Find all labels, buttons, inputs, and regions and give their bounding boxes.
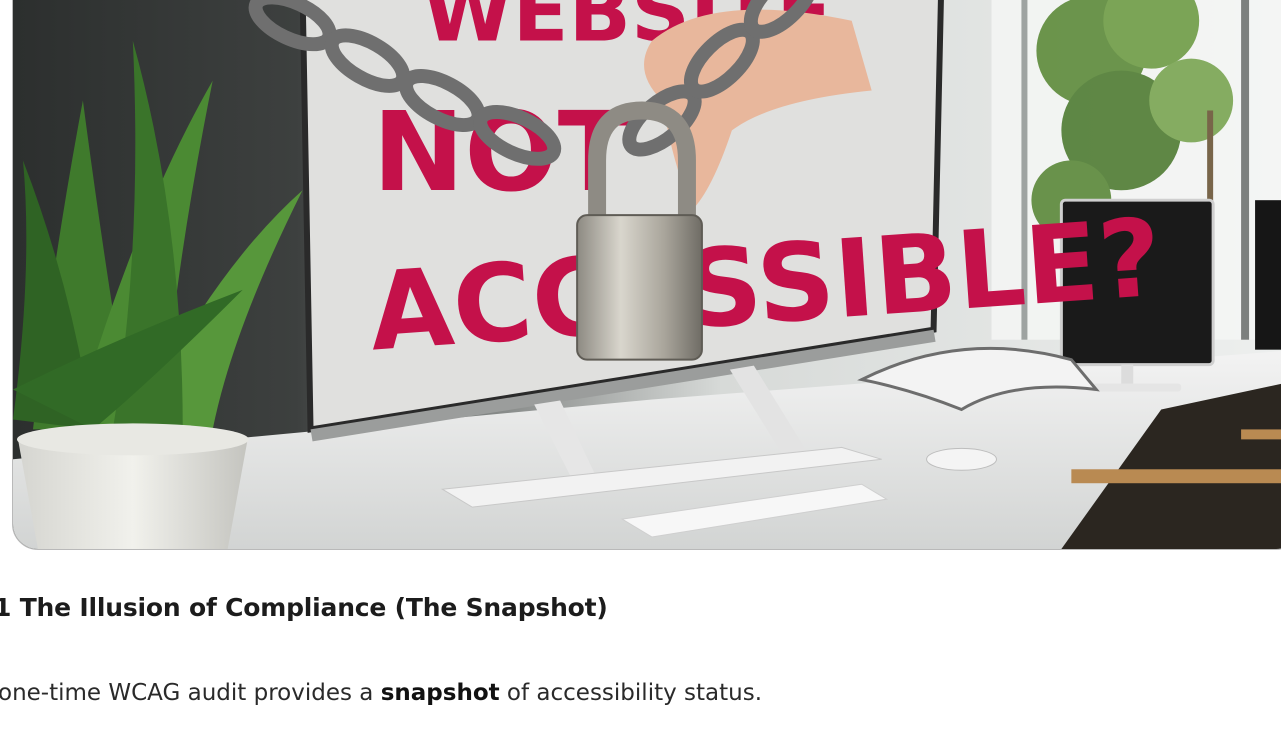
section-paragraph: one-time WCAG audit provides a snapshot … [0, 680, 762, 706]
paragraph-bold-term: snapshot [380, 680, 500, 706]
paragraph-text-suffix: of accessibility status. [499, 680, 763, 706]
section-heading: 1 The Illusion of Compliance (The Snapsh… [0, 593, 608, 622]
hero-illustration: WEBSITE NOT ACCESSIBLE? [13, 0, 1281, 549]
hero-image: WEBSITE NOT ACCESSIBLE? [12, 0, 1281, 550]
paragraph-text-prefix: one-time WCAG audit provides a [0, 680, 381, 706]
